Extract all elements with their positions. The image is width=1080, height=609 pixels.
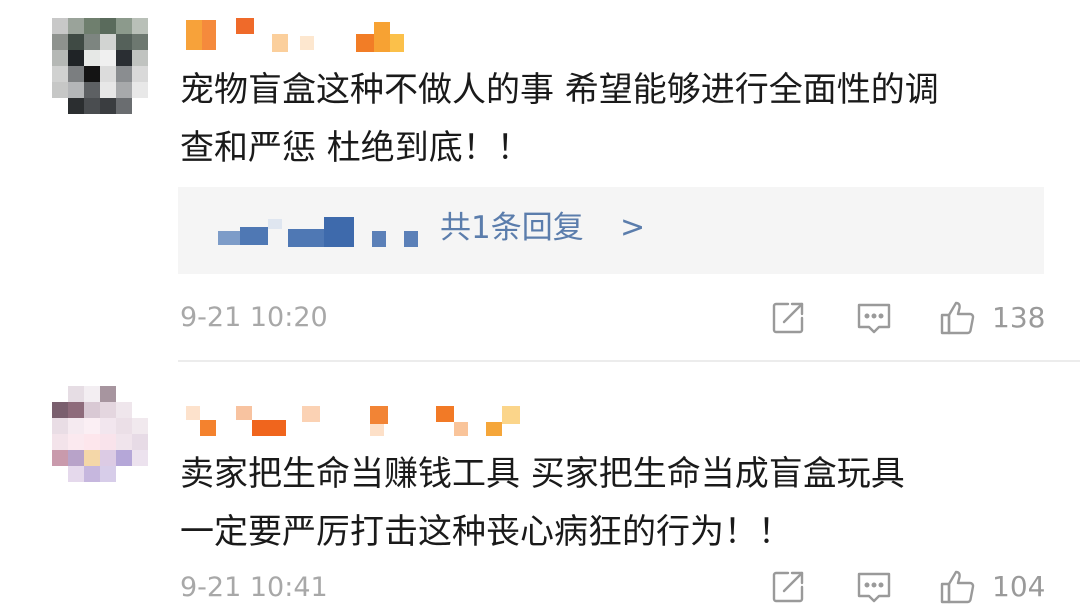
username[interactable] [180,14,410,56]
reply-preview[interactable]: 共1条回复 > [178,187,1044,274]
comment-icon[interactable] [854,567,894,607]
like-count: 138 [992,301,1046,334]
share-icon[interactable] [768,298,808,338]
avatar[interactable] [52,18,150,116]
share-icon[interactable] [768,567,808,607]
comment-text: 宠物盲盒这种不做人的事 希望能够进行全面性的调 查和严惩 杜绝到底！！ [180,70,939,168]
comment-icon[interactable] [854,298,894,338]
like-icon[interactable] [938,298,978,338]
reply-count-link[interactable]: 共1条回复 [440,205,584,251]
username[interactable] [180,402,540,444]
timestamp: 9-21 10:41 [180,572,328,603]
reply-usernames [218,215,468,247]
timestamp: 9-21 10:20 [180,302,328,333]
comment-text: 卖家把生命当赚钱工具 买家把生命当成盲盒玩具 一定要严厉打击这种丧心病狂的行为！… [180,454,905,552]
avatar[interactable] [52,386,150,484]
comment-item-2: 卖家把生命当赚钱工具 买家把生命当成盲盒玩具 一定要严厉打击这种丧心病狂的行为！… [0,362,1080,609]
chevron-right-icon[interactable]: > [620,205,645,251]
like-icon[interactable] [938,567,978,607]
like-count: 104 [992,570,1046,603]
comment-item-1: 宠物盲盒这种不做人的事 希望能够进行全面性的调 查和严惩 杜绝到底！！ 共1条回… [0,0,1080,360]
